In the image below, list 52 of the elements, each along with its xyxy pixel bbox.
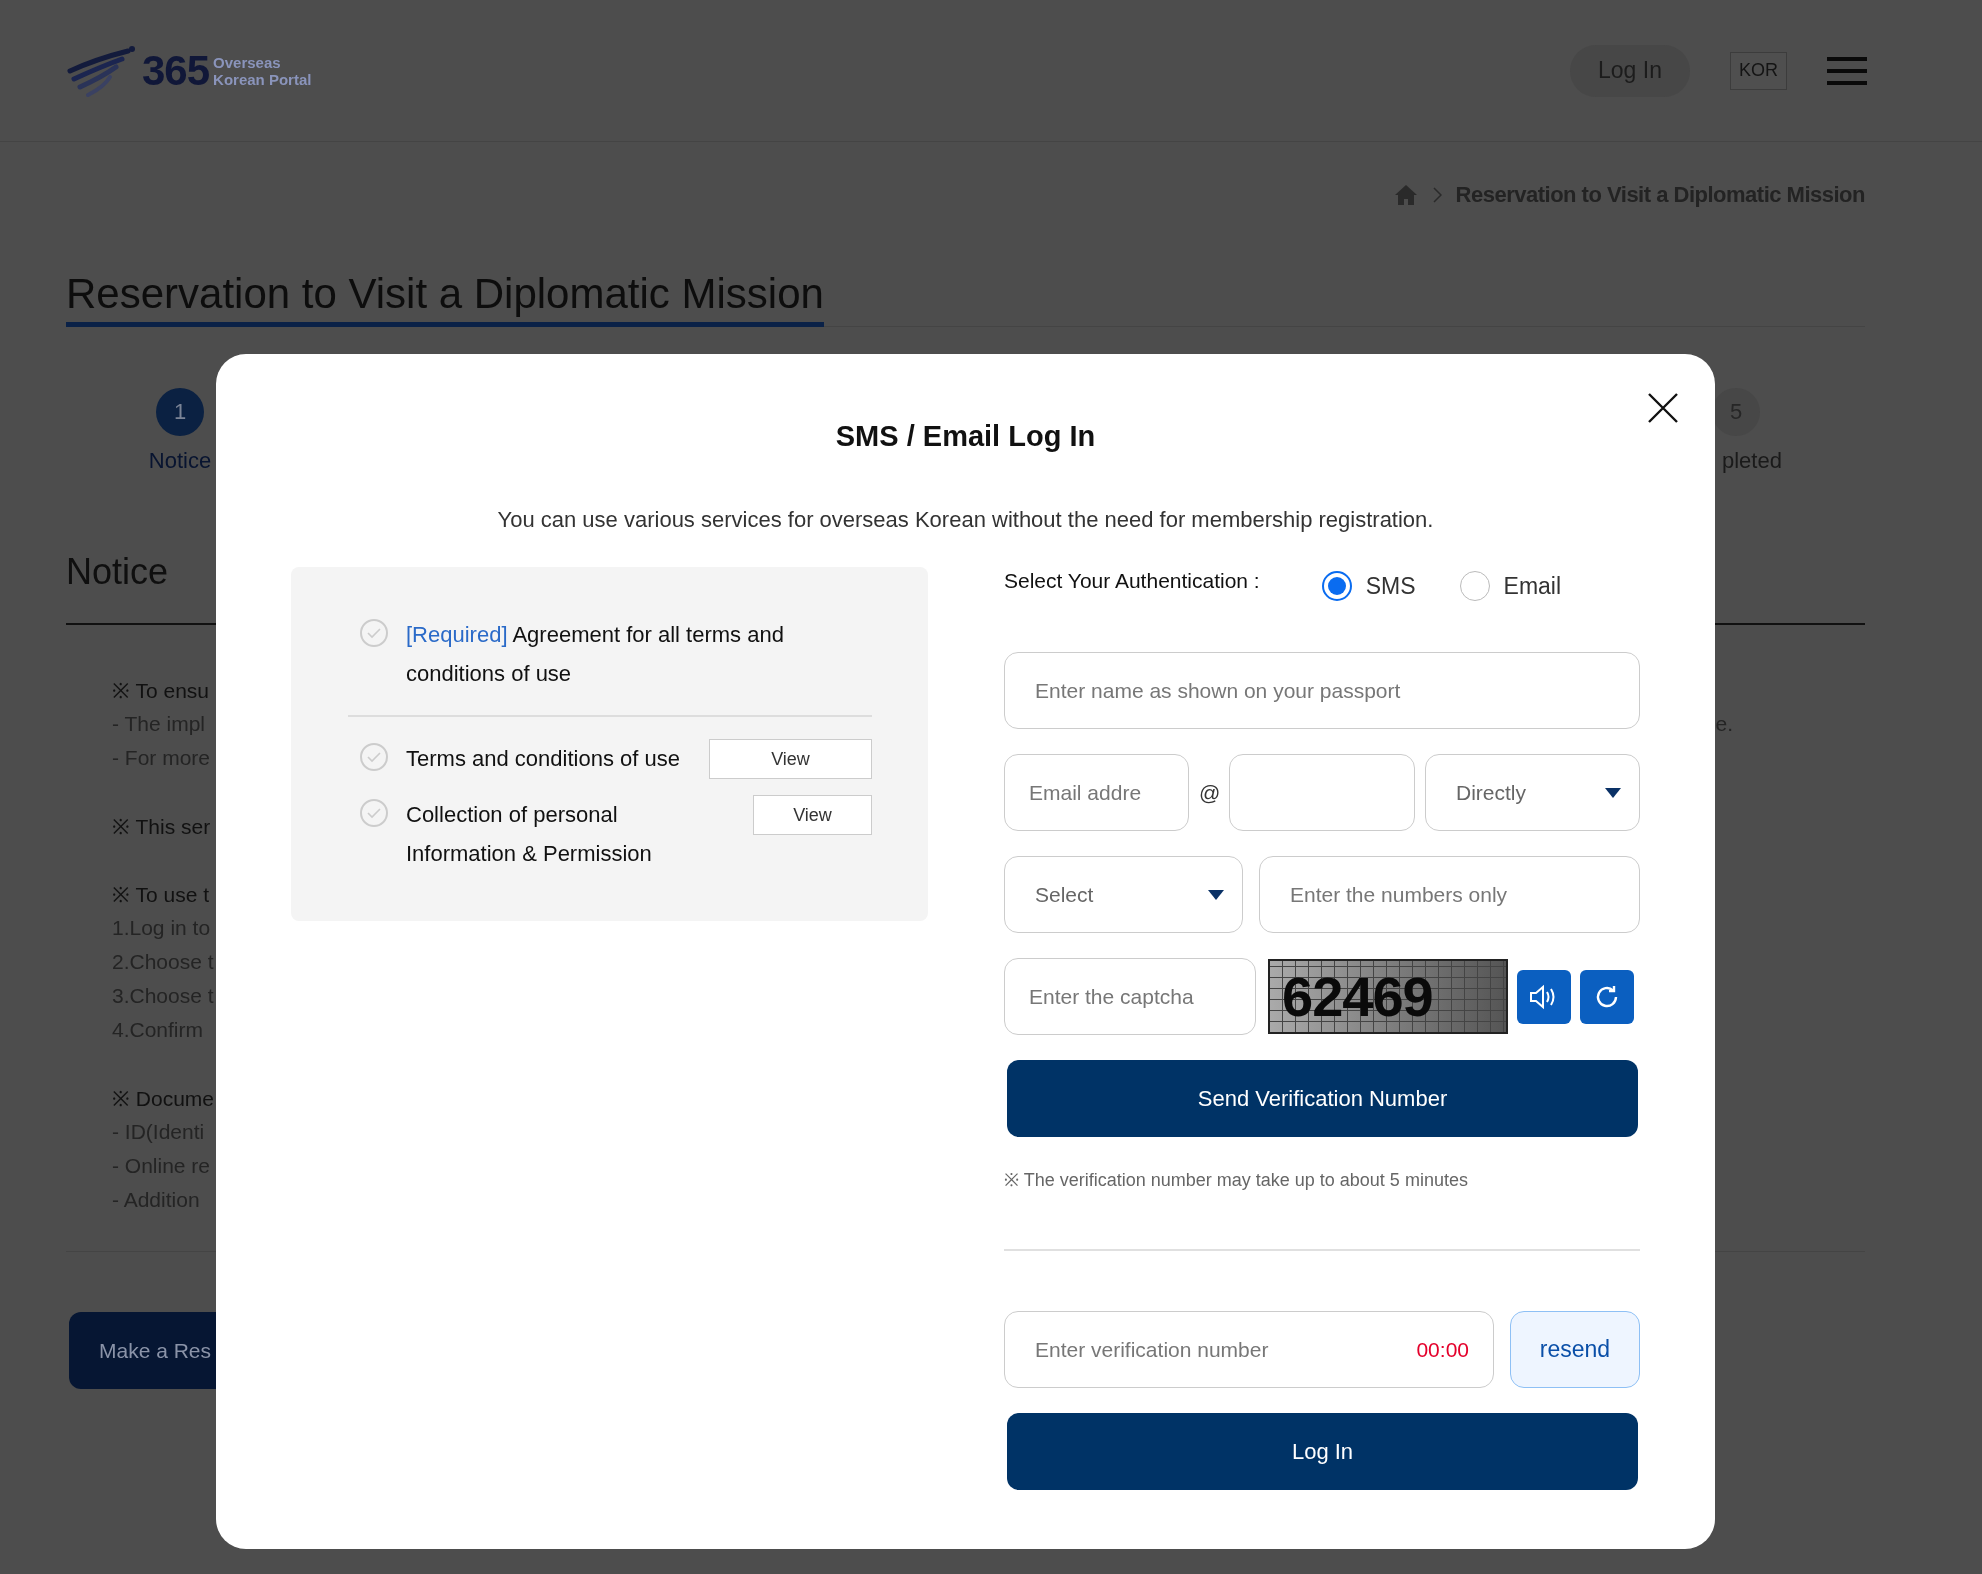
step-label: Notice xyxy=(148,448,212,474)
page-title: Reservation to Visit a Diplomatic Mission xyxy=(66,270,824,327)
captcha-input-field[interactable]: Enter the captcha xyxy=(1004,958,1256,1035)
radio-label[interactable]: Email xyxy=(1503,572,1562,600)
logo-number: 365 xyxy=(142,46,210,95)
check-icon xyxy=(366,627,382,639)
notice-text: ※ Docume xyxy=(112,1086,215,1112)
step-number: 1 xyxy=(156,388,204,436)
chevron-right-icon xyxy=(1431,187,1442,203)
phone-input-field[interactable]: Enter the numbers only xyxy=(1259,856,1640,933)
radio-button[interactable] xyxy=(1321,571,1352,601)
close-button[interactable] xyxy=(1647,392,1679,424)
country-select[interactable]: Select xyxy=(1004,856,1243,933)
notice-text: ※ To ensu xyxy=(112,678,209,704)
agree-checkbox[interactable] xyxy=(360,743,388,771)
verification-note: ※ The verification number may take up to about 5 minutes xyxy=(1004,1169,1469,1191)
name-input-field[interactable]: Enter name as shown on your passport xyxy=(1004,652,1640,729)
at-sign: @ xyxy=(1199,780,1219,805)
home-icon[interactable] xyxy=(1393,184,1418,206)
refresh-button[interactable] xyxy=(1580,969,1634,1024)
email-domain-field[interactable] xyxy=(1229,754,1415,831)
dialog-title: SMS / Email Log In xyxy=(834,420,1097,453)
auth-label: Select Your Authentication : xyxy=(1004,569,1260,593)
verification-field[interactable]: Enter verification number 00:00 xyxy=(1004,1311,1494,1388)
agree-checkbox[interactable] xyxy=(360,799,388,827)
verification-input[interactable]: Enter verification number xyxy=(1035,1337,1417,1362)
notice-text: ※ To use t xyxy=(112,882,209,908)
captcha-image: 62469 xyxy=(1268,959,1508,1034)
agreement-text: Terms and conditions of use xyxy=(406,745,680,773)
check-icon xyxy=(366,751,382,763)
domain-select[interactable]: Directly xyxy=(1425,754,1640,831)
timer-text: 00:00 xyxy=(1416,1337,1469,1362)
refresh-icon xyxy=(1594,983,1620,1010)
close-icon xyxy=(1647,392,1679,424)
view-button[interactable]: View xyxy=(753,795,872,835)
radio-label[interactable]: SMS xyxy=(1365,572,1416,600)
check-icon xyxy=(366,807,382,819)
notice-text: ※ This ser xyxy=(112,814,211,840)
send-verification-button[interactable]: Send Verification Number xyxy=(1007,1060,1638,1137)
view-button[interactable]: View xyxy=(709,739,872,779)
dialog-subtitle: You can use various services for overseas Korean without the need for membership registration. xyxy=(496,507,1435,533)
menu-icon[interactable] xyxy=(1827,56,1867,85)
logo-text: Overseas xyxy=(213,53,282,71)
agreement-text: Collection of personal Information & Permission xyxy=(406,801,653,868)
resend-button[interactable]: resend xyxy=(1510,1311,1640,1388)
agree-checkbox[interactable] xyxy=(360,619,388,647)
audio-button[interactable] xyxy=(1517,969,1571,1024)
caret-icon xyxy=(1208,889,1224,900)
logo-text: Korean Portal xyxy=(213,70,312,88)
caret-icon xyxy=(1605,787,1621,798)
login-submit-button[interactable]: Log In xyxy=(1007,1413,1638,1490)
email-input-field[interactable]: Email addre xyxy=(1004,754,1189,831)
